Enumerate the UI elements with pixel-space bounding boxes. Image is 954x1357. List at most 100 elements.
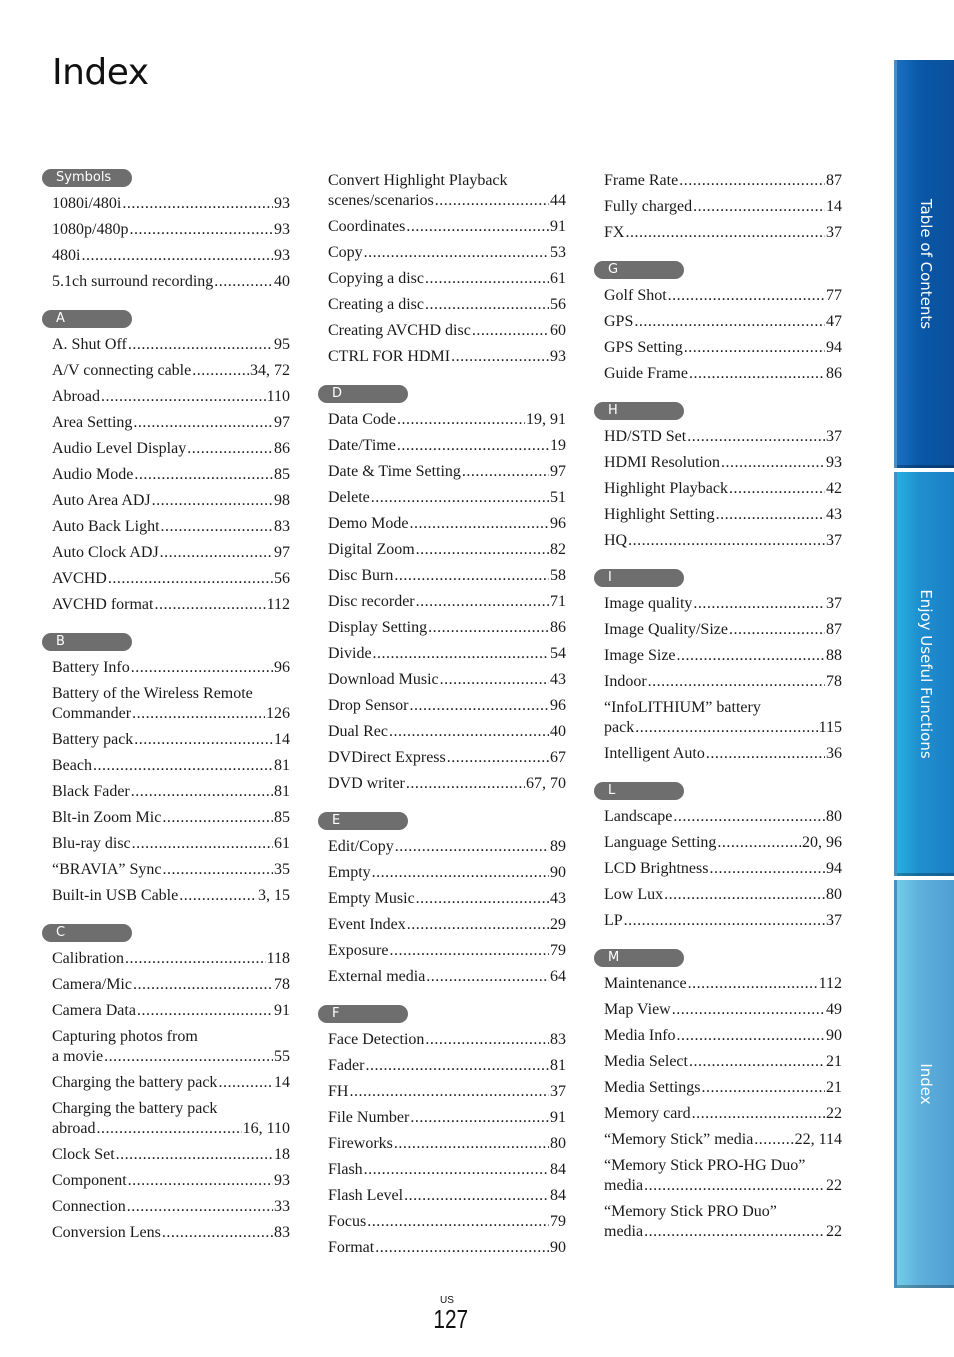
index-entry[interactable]: Media Select 21 bbox=[604, 1049, 842, 1075]
index-entry[interactable]: Built-in USB Cable 3, 15 bbox=[52, 883, 290, 909]
page-reference[interactable]: 93 bbox=[274, 191, 290, 217]
page-reference[interactable]: 37 bbox=[826, 591, 842, 617]
index-entry[interactable]: LCD Brightness 94 bbox=[604, 856, 842, 882]
page-reference[interactable]: 20, 96 bbox=[802, 830, 842, 856]
index-entry[interactable]: 480i 93 bbox=[52, 243, 290, 269]
index-entry[interactable]: HD/STD Set 37 bbox=[604, 424, 842, 450]
index-entry[interactable]: Highlight Playback 42 bbox=[604, 476, 842, 502]
page-reference[interactable]: 85 bbox=[274, 462, 290, 488]
page-reference[interactable]: 67 bbox=[550, 745, 566, 771]
index-entry[interactable]: DVDirect Express 67 bbox=[328, 745, 566, 771]
page-reference[interactable]: 93 bbox=[550, 344, 566, 370]
index-entry[interactable]: A. Shut Off 95 bbox=[52, 332, 290, 358]
page-reference[interactable]: 95 bbox=[274, 332, 290, 358]
index-entry[interactable]: Date & Time Setting 97 bbox=[328, 459, 566, 485]
page-reference[interactable]: 93 bbox=[274, 1168, 290, 1194]
page-reference[interactable]: 88 bbox=[826, 643, 842, 669]
index-entry[interactable]: Intelligent Auto 36 bbox=[604, 741, 842, 767]
index-entry[interactable]: Battery pack 14 bbox=[52, 727, 290, 753]
index-entry[interactable]: Media Settings 21 bbox=[604, 1075, 842, 1101]
page-reference[interactable]: 80 bbox=[550, 1131, 566, 1157]
index-entry[interactable]: Flash 84 bbox=[328, 1157, 566, 1183]
page-reference[interactable]: 84 bbox=[550, 1183, 566, 1209]
index-entry[interactable]: Guide Frame 86 bbox=[604, 361, 842, 387]
index-entry[interactable]: Creating a disc 56 bbox=[328, 292, 566, 318]
index-entry[interactable]: Edit/Copy 89 bbox=[328, 834, 566, 860]
index-entry[interactable]: Abroad 110 bbox=[52, 384, 290, 410]
index-entry[interactable]: Face Detection 83 bbox=[328, 1027, 566, 1053]
index-entry[interactable]: CTRL FOR HDMI 93 bbox=[328, 344, 566, 370]
page-reference[interactable]: 86 bbox=[550, 615, 566, 641]
index-entry[interactable]: HQ 37 bbox=[604, 528, 842, 554]
tab-index[interactable]: Index bbox=[894, 880, 954, 1288]
index-entry[interactable]: Landscape 80 bbox=[604, 804, 842, 830]
index-entry[interactable]: Image quality 37 bbox=[604, 591, 842, 617]
index-entry[interactable]: Disc recorder 71 bbox=[328, 589, 566, 615]
page-reference[interactable]: 96 bbox=[274, 655, 290, 681]
index-entry[interactable]: 1080p/480p 93 bbox=[52, 217, 290, 243]
page-reference[interactable]: 34, 72 bbox=[250, 358, 290, 384]
index-entry[interactable]: Auto Clock ADJ 97 bbox=[52, 540, 290, 566]
index-entry[interactable]: FH 37 bbox=[328, 1079, 566, 1105]
page-reference[interactable]: 90 bbox=[550, 1235, 566, 1261]
page-reference[interactable]: 84 bbox=[550, 1157, 566, 1183]
page-reference[interactable]: 61 bbox=[550, 266, 566, 292]
page-reference[interactable]: 110 bbox=[267, 384, 290, 410]
index-entry[interactable]: Date/Time 19 bbox=[328, 433, 566, 459]
page-reference[interactable]: 86 bbox=[826, 361, 842, 387]
page-reference[interactable]: 56 bbox=[274, 566, 290, 592]
index-entry[interactable]: Memory card 22 bbox=[604, 1101, 842, 1127]
page-reference[interactable]: 89 bbox=[550, 834, 566, 860]
index-entry[interactable]: Audio Level Display 86 bbox=[52, 436, 290, 462]
index-entry[interactable]: Auto Area ADJ 98 bbox=[52, 488, 290, 514]
index-entry[interactable]: Camera/Mic 78 bbox=[52, 972, 290, 998]
page-reference[interactable]: 14 bbox=[274, 727, 290, 753]
page-reference[interactable]: 21 bbox=[826, 1075, 842, 1101]
page-reference[interactable]: 91 bbox=[550, 1105, 566, 1131]
index-entry[interactable]: “Memory Stick” media 22, 114 bbox=[604, 1127, 842, 1153]
page-reference[interactable]: 56 bbox=[550, 292, 566, 318]
index-entry[interactable]: Digital Zoom 82 bbox=[328, 537, 566, 563]
index-entry[interactable]: HDMI Resolution 93 bbox=[604, 450, 842, 476]
index-entry[interactable]: Connection 33 bbox=[52, 1194, 290, 1220]
index-entry[interactable]: Empty 90 bbox=[328, 860, 566, 886]
page-reference[interactable]: 37 bbox=[826, 424, 842, 450]
index-entry[interactable]: FX 37 bbox=[604, 220, 842, 246]
page-reference[interactable]: 79 bbox=[550, 1209, 566, 1235]
index-entry[interactable]: Media Info 90 bbox=[604, 1023, 842, 1049]
index-entry[interactable]: Fireworks 80 bbox=[328, 1131, 566, 1157]
index-entry[interactable]: Camera Data 91 bbox=[52, 998, 290, 1024]
index-entry[interactable]: A/V connecting cable 34, 72 bbox=[52, 358, 290, 384]
page-reference[interactable]: 67, 70 bbox=[526, 771, 566, 797]
index-entry[interactable]: Drop Sensor 96 bbox=[328, 693, 566, 719]
page-reference[interactable]: 90 bbox=[550, 860, 566, 886]
page-reference[interactable]: 80 bbox=[826, 882, 842, 908]
index-entry[interactable]: DVD writer 67, 70 bbox=[328, 771, 566, 797]
page-reference[interactable]: 43 bbox=[550, 886, 566, 912]
page-reference[interactable]: 53 bbox=[550, 240, 566, 266]
page-reference[interactable]: 81 bbox=[274, 779, 290, 805]
page-reference[interactable]: 96 bbox=[550, 511, 566, 537]
page-reference[interactable]: 86 bbox=[274, 436, 290, 462]
page-reference[interactable]: 22 bbox=[826, 1176, 842, 1196]
index-entry[interactable]: 1080i/480i 93 bbox=[52, 191, 290, 217]
index-entry[interactable]: “InfoLITHIUM” battery pack 115 bbox=[604, 695, 842, 741]
index-entry[interactable]: External media 64 bbox=[328, 964, 566, 990]
index-entry[interactable]: Indoor 78 bbox=[604, 669, 842, 695]
page-reference[interactable]: 19, 91 bbox=[526, 407, 566, 433]
index-entry[interactable]: Exposure 79 bbox=[328, 938, 566, 964]
page-reference[interactable]: 61 bbox=[274, 831, 290, 857]
page-reference[interactable]: 37 bbox=[826, 908, 842, 934]
page-reference[interactable]: 97 bbox=[274, 410, 290, 436]
index-entry[interactable]: “Memory Stick PRO-HG Duo” media 22 bbox=[604, 1153, 842, 1199]
index-entry[interactable]: Maintenance 112 bbox=[604, 971, 842, 997]
index-entry[interactable]: Format 90 bbox=[328, 1235, 566, 1261]
page-reference[interactable]: 51 bbox=[550, 485, 566, 511]
index-entry[interactable]: Coordinates 91 bbox=[328, 214, 566, 240]
page-reference[interactable]: 97 bbox=[274, 540, 290, 566]
page-reference[interactable]: 91 bbox=[274, 998, 290, 1024]
index-entry[interactable]: Display Setting 86 bbox=[328, 615, 566, 641]
index-entry[interactable]: GPS 47 bbox=[604, 309, 842, 335]
page-reference[interactable]: 82 bbox=[550, 537, 566, 563]
index-entry[interactable]: Copy 53 bbox=[328, 240, 566, 266]
